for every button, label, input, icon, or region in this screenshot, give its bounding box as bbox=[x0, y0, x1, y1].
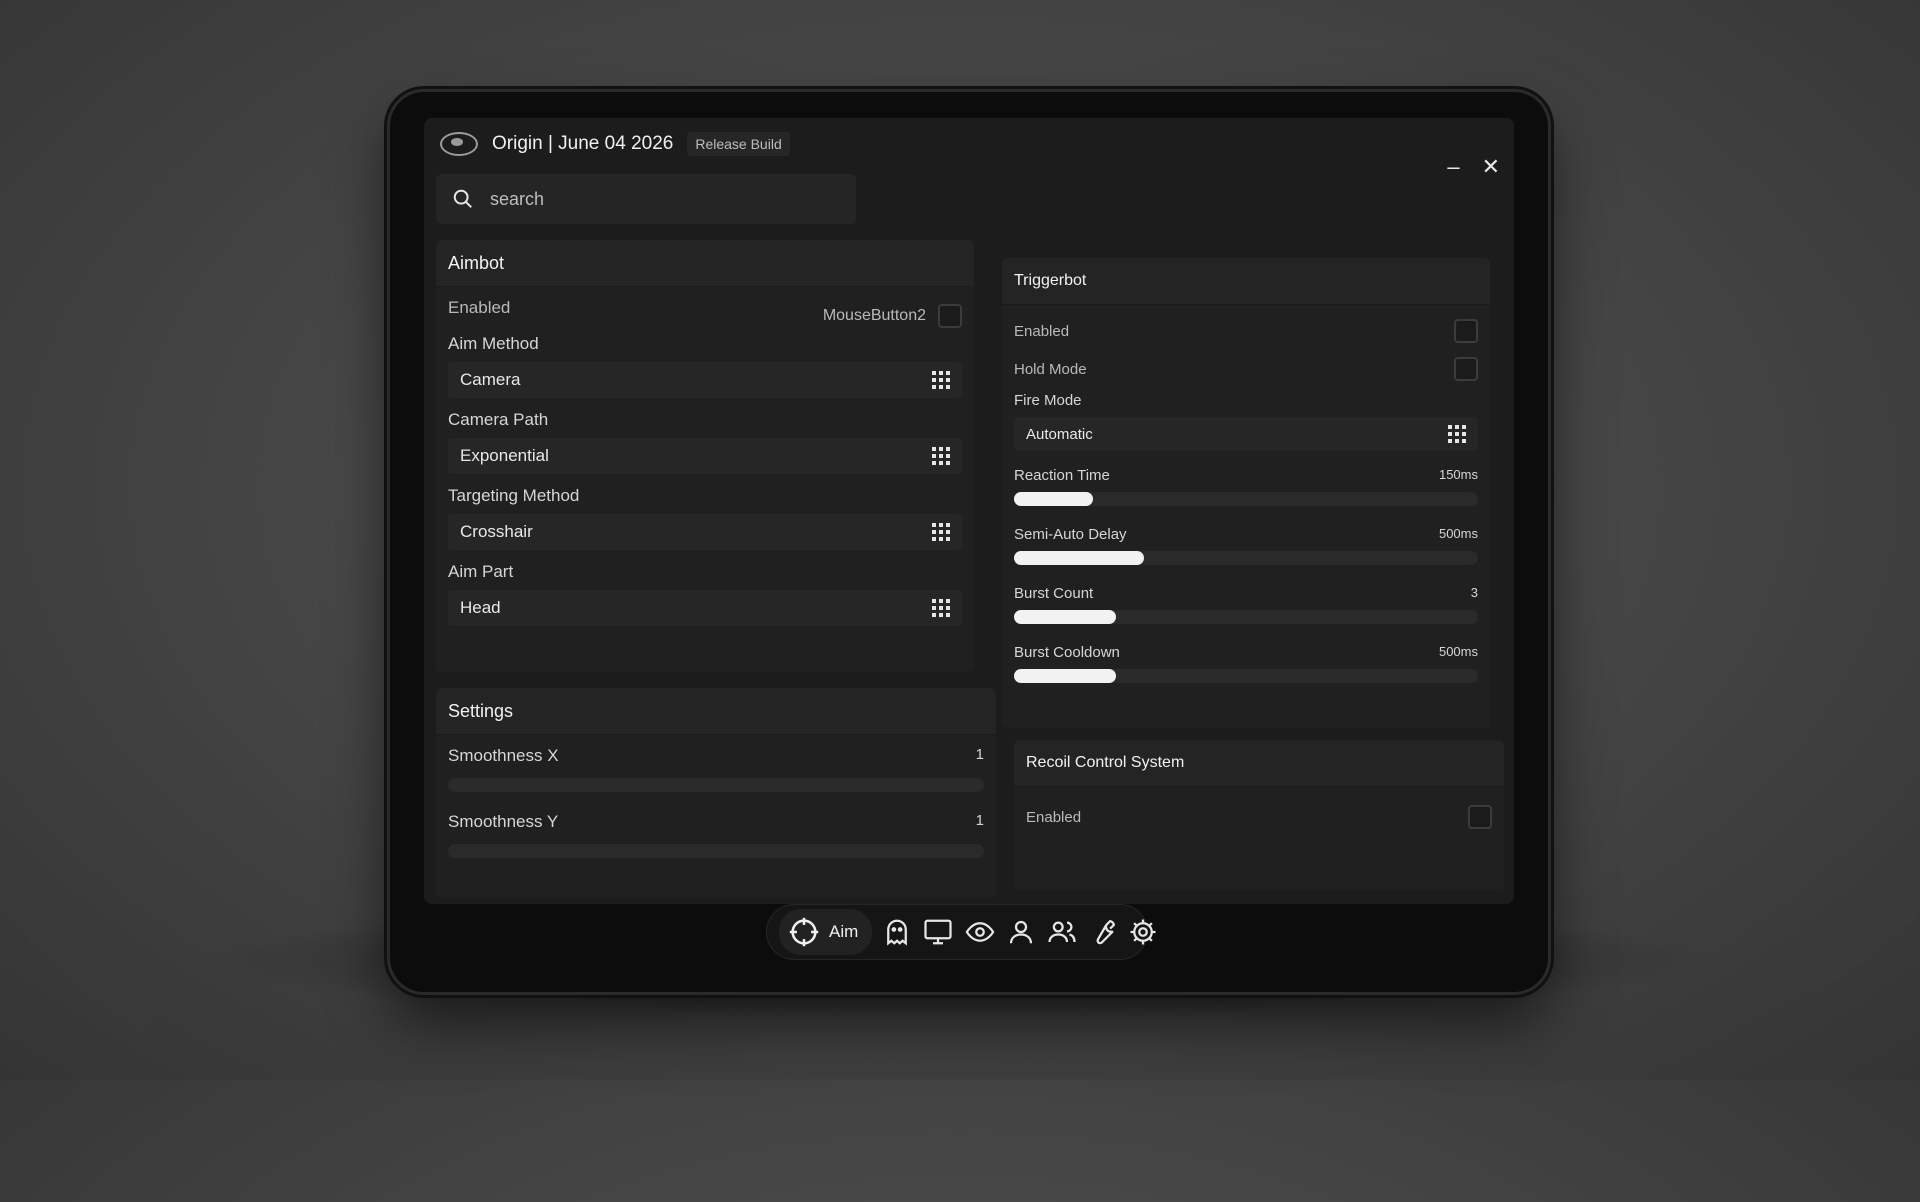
grid-menu-icon bbox=[932, 447, 950, 465]
aim-method-select[interactable]: Camera bbox=[448, 362, 962, 398]
gear-icon bbox=[1128, 917, 1158, 947]
dock-item-tools[interactable] bbox=[1088, 914, 1118, 950]
aim-method-value: Camera bbox=[460, 370, 520, 390]
window-title: Origin | June 04 2026 bbox=[492, 133, 673, 155]
trigger-enabled-checkbox[interactable] bbox=[1454, 319, 1478, 343]
grid-menu-icon bbox=[932, 523, 950, 541]
semi-auto-delay-label: Semi-Auto Delay bbox=[1014, 526, 1127, 543]
burst-cooldown-value: 500ms bbox=[1439, 644, 1478, 661]
reaction-time-label: Reaction Time bbox=[1014, 467, 1110, 484]
dock-item-players[interactable] bbox=[1046, 914, 1078, 950]
aimbot-keybind[interactable]: MouseButton2 bbox=[823, 307, 926, 325]
fire-mode-label: Fire Mode bbox=[1014, 392, 1478, 409]
triggerbot-panel: Triggerbot Enabled Hold Mode Fire Mode A… bbox=[1002, 258, 1490, 728]
rcs-enabled-checkbox[interactable] bbox=[1468, 805, 1492, 829]
reaction-time-slider[interactable] bbox=[1014, 492, 1478, 506]
dock-aim-label: Aim bbox=[829, 922, 858, 942]
burst-count-fill[interactable] bbox=[1014, 610, 1116, 624]
trigger-enabled-label: Enabled bbox=[1014, 323, 1069, 340]
burst-cooldown-label: Burst Cooldown bbox=[1014, 644, 1120, 661]
dock-item-player[interactable] bbox=[1006, 914, 1036, 950]
fire-mode-value: Automatic bbox=[1026, 426, 1093, 443]
targeting-method-value: Crosshair bbox=[460, 522, 533, 542]
aimbot-title: Aimbot bbox=[436, 240, 974, 287]
rcs-enabled-label: Enabled bbox=[1026, 809, 1081, 826]
smoothness-x-slider[interactable] bbox=[448, 778, 984, 792]
hold-mode-label: Hold Mode bbox=[1014, 361, 1087, 378]
smoothness-y-slider[interactable] bbox=[448, 844, 984, 858]
dock-item-monitor[interactable] bbox=[922, 914, 954, 950]
semi-auto-delay-fill[interactable] bbox=[1014, 551, 1144, 565]
camera-path-label: Camera Path bbox=[448, 410, 962, 430]
dock-item-ghost[interactable] bbox=[882, 914, 912, 950]
settings-panel: Settings Smoothness X 1 Smoothness Y 1 bbox=[436, 688, 996, 898]
bottom-dock: Aim bbox=[766, 904, 1148, 960]
grid-menu-icon bbox=[932, 599, 950, 617]
wrench-icon bbox=[1088, 917, 1118, 947]
crosshair-icon bbox=[787, 915, 821, 949]
search-icon bbox=[452, 188, 474, 210]
build-badge: Release Build bbox=[687, 132, 789, 156]
camera-path-value: Exponential bbox=[460, 446, 549, 466]
recoil-control-title: Recoil Control System bbox=[1014, 740, 1504, 787]
aimbot-enabled-checkbox[interactable] bbox=[938, 304, 962, 328]
targeting-method-label: Targeting Method bbox=[448, 486, 962, 506]
aimbot-enabled-label: Enabled bbox=[448, 298, 510, 318]
users-icon bbox=[1046, 917, 1078, 947]
minimize-button[interactable]: – bbox=[1447, 154, 1459, 180]
burst-count-slider[interactable] bbox=[1014, 610, 1478, 624]
semi-auto-delay-slider[interactable] bbox=[1014, 551, 1478, 565]
burst-cooldown-slider[interactable] bbox=[1014, 669, 1478, 683]
app-window: Origin | June 04 2026 Release Build – ✕ … bbox=[424, 118, 1514, 904]
aim-part-label: Aim Part bbox=[448, 562, 962, 582]
smoothness-x-label: Smoothness X bbox=[448, 746, 559, 766]
dock-item-settings[interactable] bbox=[1128, 914, 1158, 950]
reaction-time-fill[interactable] bbox=[1014, 492, 1093, 506]
close-button[interactable]: ✕ bbox=[1482, 154, 1500, 180]
camera-path-select[interactable]: Exponential bbox=[448, 438, 962, 474]
monitor-icon bbox=[922, 917, 954, 947]
semi-auto-delay-value: 500ms bbox=[1439, 526, 1478, 543]
window-controls: – ✕ bbox=[1447, 154, 1500, 180]
aimbot-panel: Aimbot Enabled MouseButton2 Aim Method C… bbox=[436, 240, 974, 672]
hold-mode-checkbox[interactable] bbox=[1454, 357, 1478, 381]
background: Origin | June 04 2026 Release Build – ✕ … bbox=[0, 0, 1920, 1080]
ghost-icon bbox=[882, 917, 912, 947]
smoothness-x-value: 1 bbox=[976, 746, 984, 766]
tablet-device: Origin | June 04 2026 Release Build – ✕ … bbox=[390, 92, 1548, 992]
smoothness-y-label: Smoothness Y bbox=[448, 812, 558, 832]
grid-menu-icon bbox=[1448, 425, 1466, 443]
aim-method-label: Aim Method bbox=[448, 334, 962, 354]
fire-mode-select[interactable]: Automatic bbox=[1014, 417, 1478, 451]
search-input[interactable] bbox=[488, 188, 812, 211]
dock-item-aim[interactable]: Aim bbox=[779, 909, 872, 955]
burst-count-label: Burst Count bbox=[1014, 585, 1093, 602]
recoil-control-panel: Recoil Control System Enabled bbox=[1014, 740, 1504, 890]
user-icon bbox=[1006, 917, 1036, 947]
eye-icon bbox=[964, 917, 996, 947]
origin-logo-icon bbox=[440, 132, 478, 156]
search-bar[interactable] bbox=[436, 174, 856, 224]
dock-item-visuals[interactable] bbox=[964, 914, 996, 950]
smoothness-y-value: 1 bbox=[976, 812, 984, 832]
title-bar: Origin | June 04 2026 Release Build – ✕ bbox=[424, 118, 1514, 170]
targeting-method-select[interactable]: Crosshair bbox=[448, 514, 962, 550]
burst-count-value: 3 bbox=[1471, 585, 1478, 602]
settings-title: Settings bbox=[436, 688, 996, 735]
reaction-time-value: 150ms bbox=[1439, 467, 1478, 484]
grid-menu-icon bbox=[932, 371, 950, 389]
aim-part-select[interactable]: Head bbox=[448, 590, 962, 626]
triggerbot-title: Triggerbot bbox=[1002, 258, 1490, 305]
burst-cooldown-fill[interactable] bbox=[1014, 669, 1116, 683]
aim-part-value: Head bbox=[460, 598, 501, 618]
